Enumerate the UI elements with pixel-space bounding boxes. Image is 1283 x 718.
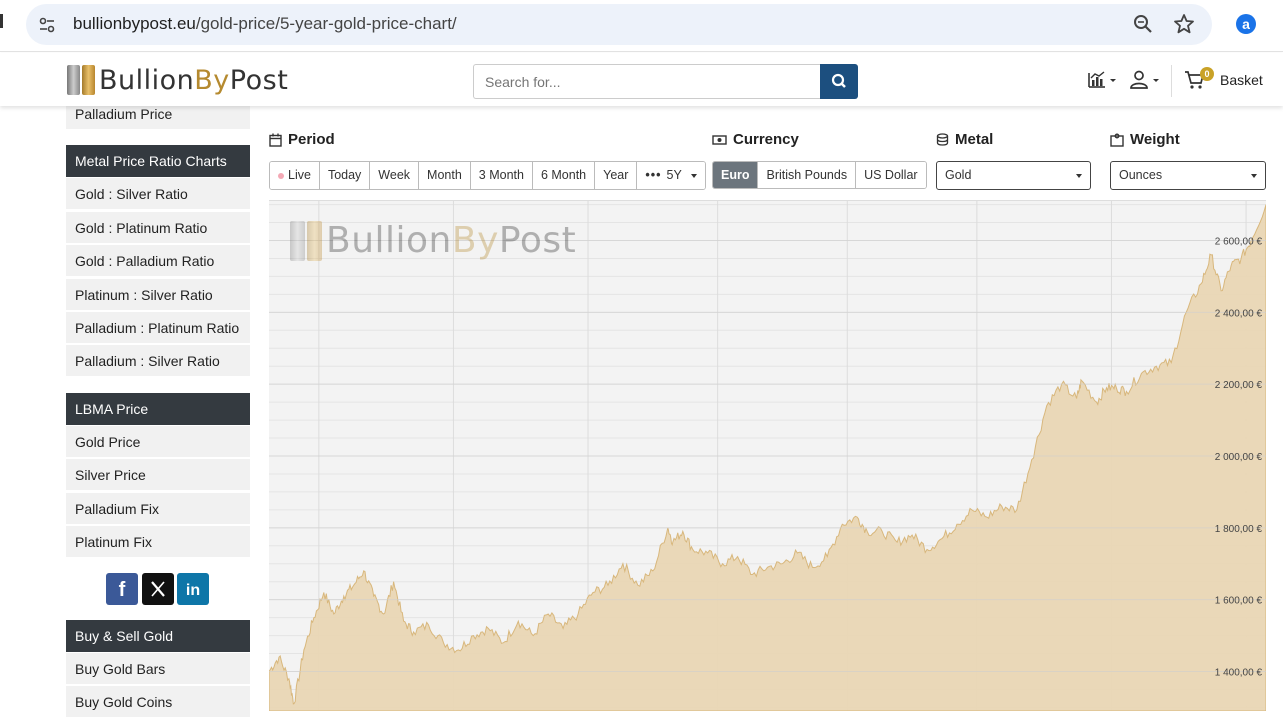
more-dots-icon: ••• xyxy=(645,168,662,182)
sidebar-item-buy-gold-bars[interactable]: Buy Gold Bars xyxy=(66,653,250,685)
weight-select[interactable]: Ounces xyxy=(1110,161,1266,190)
metal-select[interactable]: Gold xyxy=(936,161,1091,190)
sidebar-heading-ratio-charts[interactable]: Metal Price Ratio Charts xyxy=(66,145,250,177)
y-axis-tick-label: 1 600,00 € xyxy=(1215,596,1263,607)
period-selector: Live Today Week Month 3 Month 6 Month Ye… xyxy=(269,161,707,190)
site-logo[interactable]: BullionByPost xyxy=(67,63,288,97)
y-axis-tick-label: 2 400,00 € xyxy=(1215,308,1263,319)
coins-icon xyxy=(936,133,949,146)
logo-text: BullionByPost xyxy=(99,64,289,96)
weight-icon xyxy=(1110,133,1124,147)
x-icon xyxy=(151,581,165,597)
currency-label: Currency xyxy=(712,131,799,148)
period-6month-button[interactable]: 6 Month xyxy=(532,162,596,189)
url-host: bullionbypost.eu xyxy=(73,14,196,33)
period-year-button[interactable]: Year xyxy=(595,162,638,189)
sidebar-item-gold-palladium-ratio[interactable]: Gold : Palladium Ratio xyxy=(66,245,250,277)
facebook-button[interactable]: f xyxy=(106,573,138,605)
period-today-button[interactable]: Today xyxy=(319,162,371,189)
price-area-series[interactable] xyxy=(268,204,1267,712)
calendar-icon xyxy=(269,133,282,147)
sidebar-item-gold-platinum-ratio[interactable]: Gold : Platinum Ratio xyxy=(66,212,250,244)
chevron-down-icon xyxy=(691,173,698,178)
facebook-icon: f xyxy=(119,579,126,601)
sidebar-item-palladium-platinum-ratio[interactable]: Palladium : Platinum Ratio xyxy=(66,312,250,344)
sidebar-item-buy-gold-coins[interactable]: Buy Gold Coins xyxy=(66,686,250,718)
sidebar-item-gold-silver-ratio[interactable]: Gold : Silver Ratio xyxy=(66,178,250,210)
y-axis-tick-label: 1 400,00 € xyxy=(1215,667,1263,678)
y-axis-tick-label: 2 600,00 € xyxy=(1215,237,1263,248)
sidebar-item-platinum-fix[interactable]: Platinum Fix xyxy=(66,526,250,558)
linkedin-button[interactable]: in xyxy=(177,573,209,605)
basket-link[interactable]: Basket xyxy=(1220,72,1263,88)
weight-label: Weight xyxy=(1110,131,1180,148)
period-live-button[interactable]: Live xyxy=(270,162,320,189)
logo-bars-icon xyxy=(67,65,95,95)
search-input[interactable] xyxy=(473,64,821,99)
extension-icon[interactable]: a xyxy=(1236,14,1256,34)
watermark-logo-icon xyxy=(290,220,322,261)
sidebar-item-platinum-silver-ratio[interactable]: Platinum : Silver Ratio xyxy=(66,279,250,311)
sidebar-item-palladium-silver-ratio[interactable]: Palladium : Silver Ratio xyxy=(66,345,250,377)
chart-menu-icon[interactable] xyxy=(1087,69,1117,91)
currency-euro-button[interactable]: Euro xyxy=(713,162,759,188)
y-axis-tick-label: 2 200,00 € xyxy=(1215,380,1263,391)
live-dot-icon xyxy=(278,172,284,179)
period-week-button[interactable]: Week xyxy=(370,162,420,189)
period-3month-button[interactable]: 3 Month xyxy=(470,162,533,189)
metal-label: Metal xyxy=(936,131,993,148)
sidebar-heading-lbma-price[interactable]: LBMA Price xyxy=(66,393,250,425)
watermark-text: BullionByPost xyxy=(326,220,577,261)
bookmark-star-icon[interactable] xyxy=(1172,12,1196,36)
site-info-icon[interactable] xyxy=(36,14,58,36)
cart-count-badge: 0 xyxy=(1200,67,1214,81)
search-button[interactable] xyxy=(820,64,858,99)
url-text[interactable]: bullionbypost.eu/gold-price/5-year-gold-… xyxy=(73,14,457,34)
sidebar-heading-buy-sell-gold[interactable]: Buy & Sell Gold xyxy=(66,620,250,652)
x-twitter-button[interactable] xyxy=(142,573,174,605)
currency-gbp-button[interactable]: British Pounds xyxy=(758,162,857,188)
browser-bar: bullionbypost.eu/gold-price/5-year-gold-… xyxy=(0,0,1283,52)
money-icon xyxy=(712,134,727,145)
window-edge xyxy=(0,14,3,28)
svg-text:f: f xyxy=(119,579,126,601)
sidebar-item-silver-price[interactable]: Silver Price xyxy=(66,459,250,491)
zoom-icon[interactable] xyxy=(1132,13,1154,35)
search-icon xyxy=(831,73,846,88)
sidebar-item-palladium-fix[interactable]: Palladium Fix xyxy=(66,493,250,525)
y-axis-tick-label: 1 800,00 € xyxy=(1215,524,1263,535)
y-axis-tick-label: 2 000,00 € xyxy=(1215,452,1263,463)
url-path: /gold-price/5-year-gold-price-chart/ xyxy=(195,14,457,33)
period-label: Period xyxy=(269,131,335,148)
currency-selector: Euro British Pounds US Dollar xyxy=(712,161,927,189)
header-divider xyxy=(1171,65,1172,97)
chart-watermark: BullionByPost xyxy=(290,220,576,261)
svg-text:in: in xyxy=(186,582,200,599)
price-chart[interactable]: 2 600,00 € 2 400,00 € 2 200,00 € 2 000,00 €… xyxy=(268,200,1267,712)
price-chart-svg[interactable]: 2 600,00 € 2 400,00 € 2 200,00 € 2 000,00 €… xyxy=(268,201,1267,712)
period-more-dropdown[interactable]: ••• 5Y xyxy=(637,162,706,189)
user-account-icon[interactable] xyxy=(1129,69,1161,91)
chevron-down-icon xyxy=(1076,174,1082,178)
chevron-down-icon xyxy=(1251,174,1257,178)
sidebar-item-gold-price[interactable]: Gold Price xyxy=(66,426,250,458)
currency-usd-button[interactable]: US Dollar xyxy=(856,162,926,188)
linkedin-icon: in xyxy=(186,582,200,599)
site-header: BullionByPost 0 Basket xyxy=(0,53,1283,106)
period-month-button[interactable]: Month xyxy=(419,162,471,189)
